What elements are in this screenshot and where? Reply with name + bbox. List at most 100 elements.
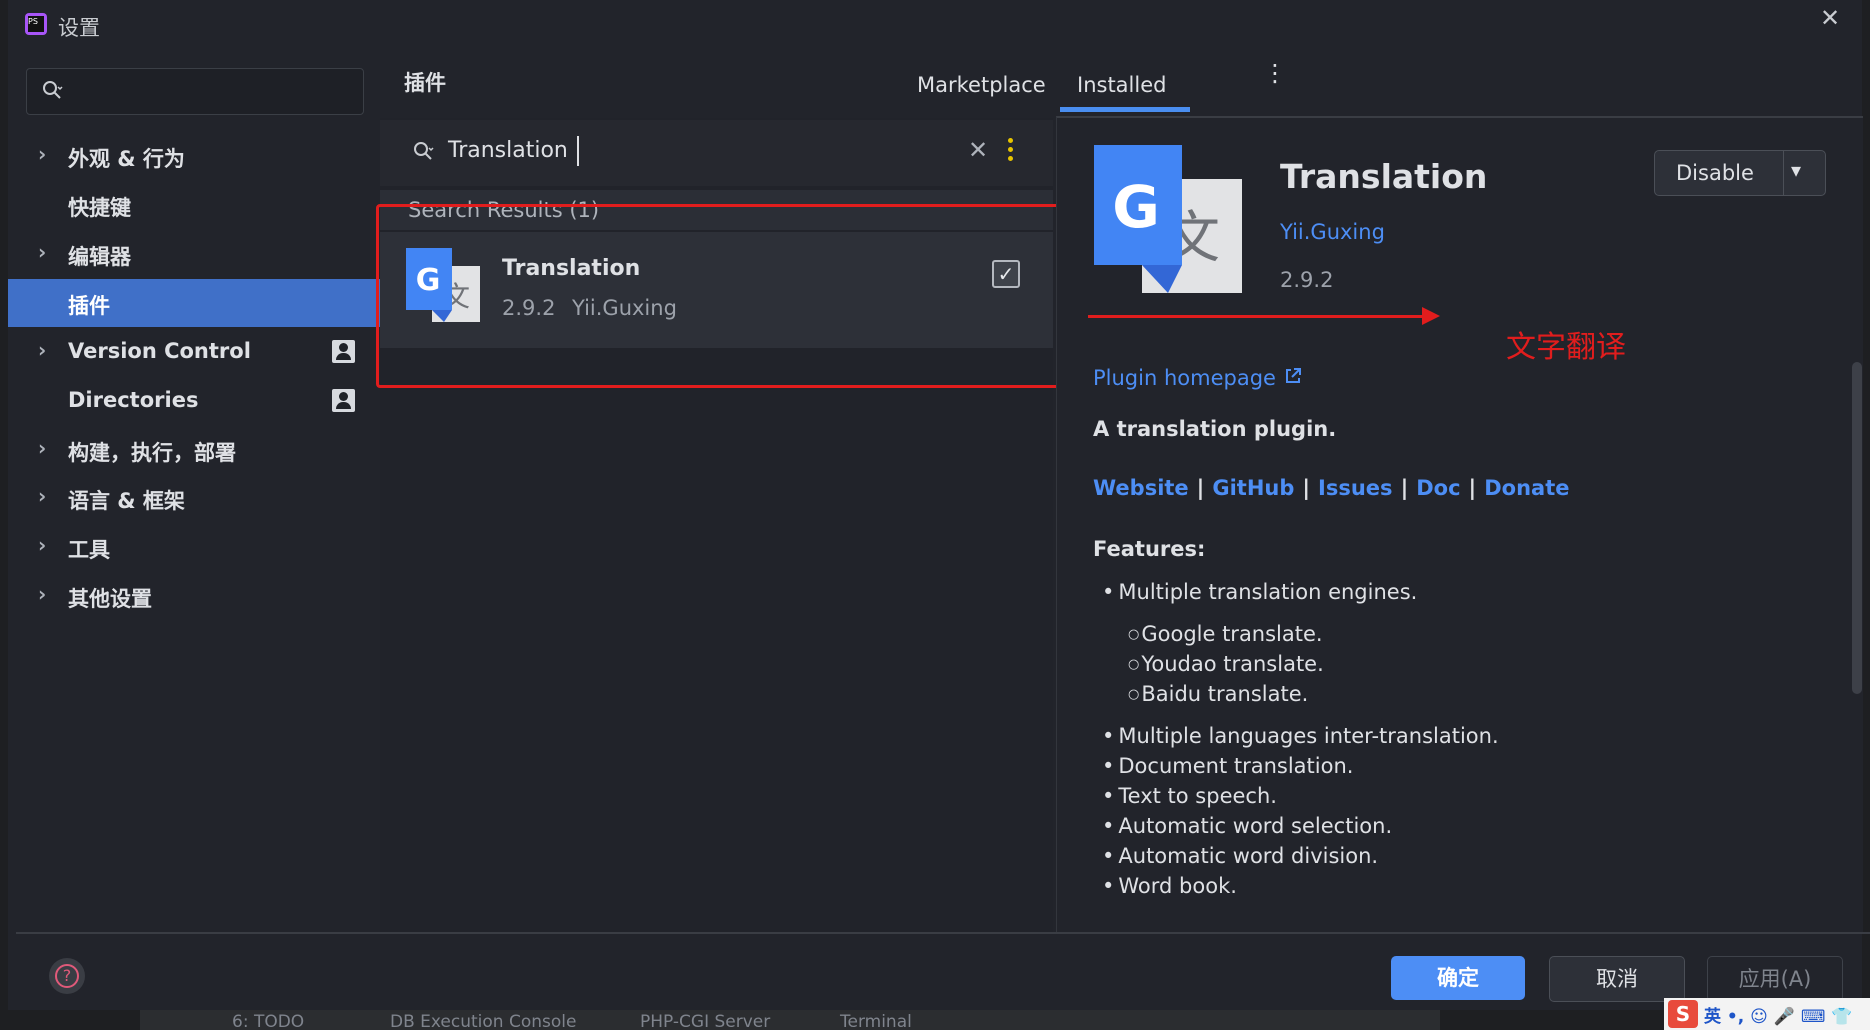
sidebar-item-appearance[interactable]: › 外观 & 行为 — [8, 132, 380, 180]
title-bar: PS 设置 ✕ — [8, 0, 1862, 52]
sidebar-item-build[interactable]: › 构建，执行，部署 — [8, 426, 380, 474]
help-icon: ? — [55, 964, 79, 988]
tool-window-db-console[interactable]: DB Execution Console — [390, 1012, 576, 1030]
cancel-button[interactable]: 取消 — [1549, 956, 1685, 1002]
sidebar-item-label: Version Control — [68, 339, 251, 363]
feature-item: Multiple languages inter-translation. — [1102, 724, 1498, 748]
link-separator: | — [1196, 476, 1205, 500]
plugin-vendor-link[interactable]: Yii.Guxing — [1280, 220, 1385, 244]
ime-logo[interactable]: S — [1668, 1000, 1698, 1028]
help-button[interactable]: ? — [49, 958, 85, 994]
engine-item: Google translate. — [1128, 622, 1322, 646]
tool-window-todo[interactable]: 6: TODO — [232, 1012, 304, 1030]
annotation-text: 文字翻译 — [1506, 330, 1626, 365]
doc-link[interactable]: Doc — [1416, 476, 1460, 500]
active-tab-indicator — [1060, 107, 1190, 112]
ime-mode-indicator[interactable]: 英 •, ☺ 🎤 ⌨ 👕 — [1704, 1002, 1853, 1027]
ok-button[interactable]: 确定 — [1391, 956, 1525, 1000]
sidebar-item-label: 编辑器 — [68, 245, 131, 269]
feature-item: Multiple translation engines. — [1102, 580, 1417, 604]
search-icon — [414, 142, 434, 160]
sidebar-item-editor[interactable]: › 编辑器 — [8, 230, 380, 278]
app-icon-text: PS — [28, 16, 44, 32]
feature-item: Automatic word division. — [1102, 844, 1378, 868]
issues-link[interactable]: Issues — [1318, 476, 1393, 500]
app-icon: PS — [25, 13, 47, 35]
window-title: 设置 — [58, 16, 100, 40]
feature-item: Document translation. — [1102, 754, 1353, 778]
link-separator: | — [1302, 476, 1311, 500]
clear-icon[interactable]: ✕ — [968, 136, 988, 164]
feature-item: Automatic word selection. — [1102, 814, 1392, 838]
plugin-description: A translation plugin. — [1093, 417, 1337, 441]
plugin-search-input[interactable]: Translation ✕ — [380, 120, 1053, 186]
red-annotation-arrow — [1088, 315, 1428, 318]
red-arrow-head — [1422, 307, 1440, 325]
sidebar-item-label: Directories — [68, 388, 199, 412]
footer-divider — [16, 932, 1870, 934]
chevron-right-icon: › — [38, 436, 47, 460]
tab-marketplace[interactable]: Marketplace — [917, 73, 1046, 97]
search-icon — [43, 81, 63, 99]
sidebar-item-label: 工具 — [68, 538, 110, 562]
sidebar-item-label: 语言 & 框架 — [68, 489, 185, 513]
disable-button[interactable]: Disable ▾ — [1654, 150, 1826, 196]
donate-link[interactable]: Donate — [1484, 476, 1569, 500]
red-highlight-box — [376, 204, 1070, 388]
disable-button-label: Disable — [1676, 161, 1754, 185]
engine-item: Youdao translate. — [1128, 652, 1323, 676]
text-caret — [577, 136, 579, 166]
sidebar-item-tools[interactable]: › 工具 — [8, 523, 380, 571]
more-options-icon[interactable]: ⋮ — [1263, 61, 1287, 85]
sidebar-item-keymap[interactable]: 快捷键 — [8, 181, 380, 229]
person-icon — [332, 340, 355, 363]
tool-window-terminal[interactable]: Terminal — [840, 1012, 912, 1030]
sidebar-item-directories[interactable]: Directories — [8, 377, 380, 425]
sidebar-item-plugins[interactable]: 插件 — [8, 279, 380, 327]
chevron-right-icon: › — [38, 484, 47, 508]
sidebar-item-version-control[interactable]: › Version Control — [8, 328, 380, 376]
ime-toolbar: S 英 •, ☺ 🎤 ⌨ 👕 — [1664, 998, 1870, 1030]
svg-text:G: G — [1112, 173, 1160, 241]
search-input-value[interactable]: Translation — [448, 138, 568, 163]
sidebar-item-languages[interactable]: › 语言 & 框架 — [8, 474, 380, 522]
translation-plugin-large-icon: 文 G — [1094, 145, 1242, 293]
sidebar-item-other-settings[interactable]: › 其他设置 — [8, 572, 380, 620]
search-options-icon[interactable] — [1008, 138, 1014, 165]
sidebar-item-label: 快捷键 — [68, 196, 131, 220]
tab-installed[interactable]: Installed — [1077, 73, 1166, 97]
sidebar-search-input[interactable] — [26, 68, 364, 115]
chevron-right-icon: › — [38, 240, 47, 264]
link-separator: | — [1400, 476, 1409, 500]
features-heading: Features: — [1093, 537, 1206, 561]
website-link[interactable]: Website — [1093, 476, 1189, 500]
close-icon[interactable]: ✕ — [1820, 4, 1840, 32]
ide-tool-window-bar: 6: TODO DB Execution Console PHP-CGI Ser… — [140, 1010, 1440, 1030]
chevron-right-icon: › — [38, 582, 47, 606]
settings-dialog: PS 设置 ✕ › 外观 & 行为 快捷键 › 编辑器 插件 › Version… — [8, 0, 1870, 1010]
button-divider — [1783, 151, 1784, 195]
feature-item: Text to speech. — [1102, 784, 1277, 808]
chevron-right-icon: › — [38, 338, 47, 362]
link-separator: | — [1468, 476, 1477, 500]
plugin-links: Website | GitHub | Issues | Doc | Donate — [1093, 476, 1569, 500]
sidebar-item-label: 外观 & 行为 — [68, 147, 185, 171]
sidebar-item-label: 其他设置 — [68, 587, 152, 611]
plugin-detail-title: Translation — [1280, 157, 1488, 196]
person-icon — [332, 389, 355, 412]
chevron-down-icon[interactable]: ▾ — [1791, 158, 1801, 182]
engine-item: Baidu translate. — [1128, 682, 1308, 706]
apply-button[interactable]: 应用(A) — [1707, 956, 1843, 1002]
chevron-right-icon: › — [38, 533, 47, 557]
external-link-icon[interactable] — [1284, 367, 1302, 385]
tool-window-php-cgi[interactable]: PHP-CGI Server — [640, 1012, 770, 1030]
page-title: 插件 — [404, 71, 446, 95]
sidebar-item-label: 构建，执行，部署 — [68, 441, 236, 465]
plugin-detail-version: 2.9.2 — [1280, 268, 1334, 292]
github-link[interactable]: GitHub — [1212, 476, 1294, 500]
chevron-right-icon: › — [38, 142, 47, 166]
feature-item: Word book. — [1102, 874, 1237, 898]
sidebar-item-label: 插件 — [68, 294, 110, 318]
detail-scrollbar[interactable] — [1852, 362, 1862, 694]
plugin-homepage-link[interactable]: Plugin homepage — [1093, 366, 1276, 390]
